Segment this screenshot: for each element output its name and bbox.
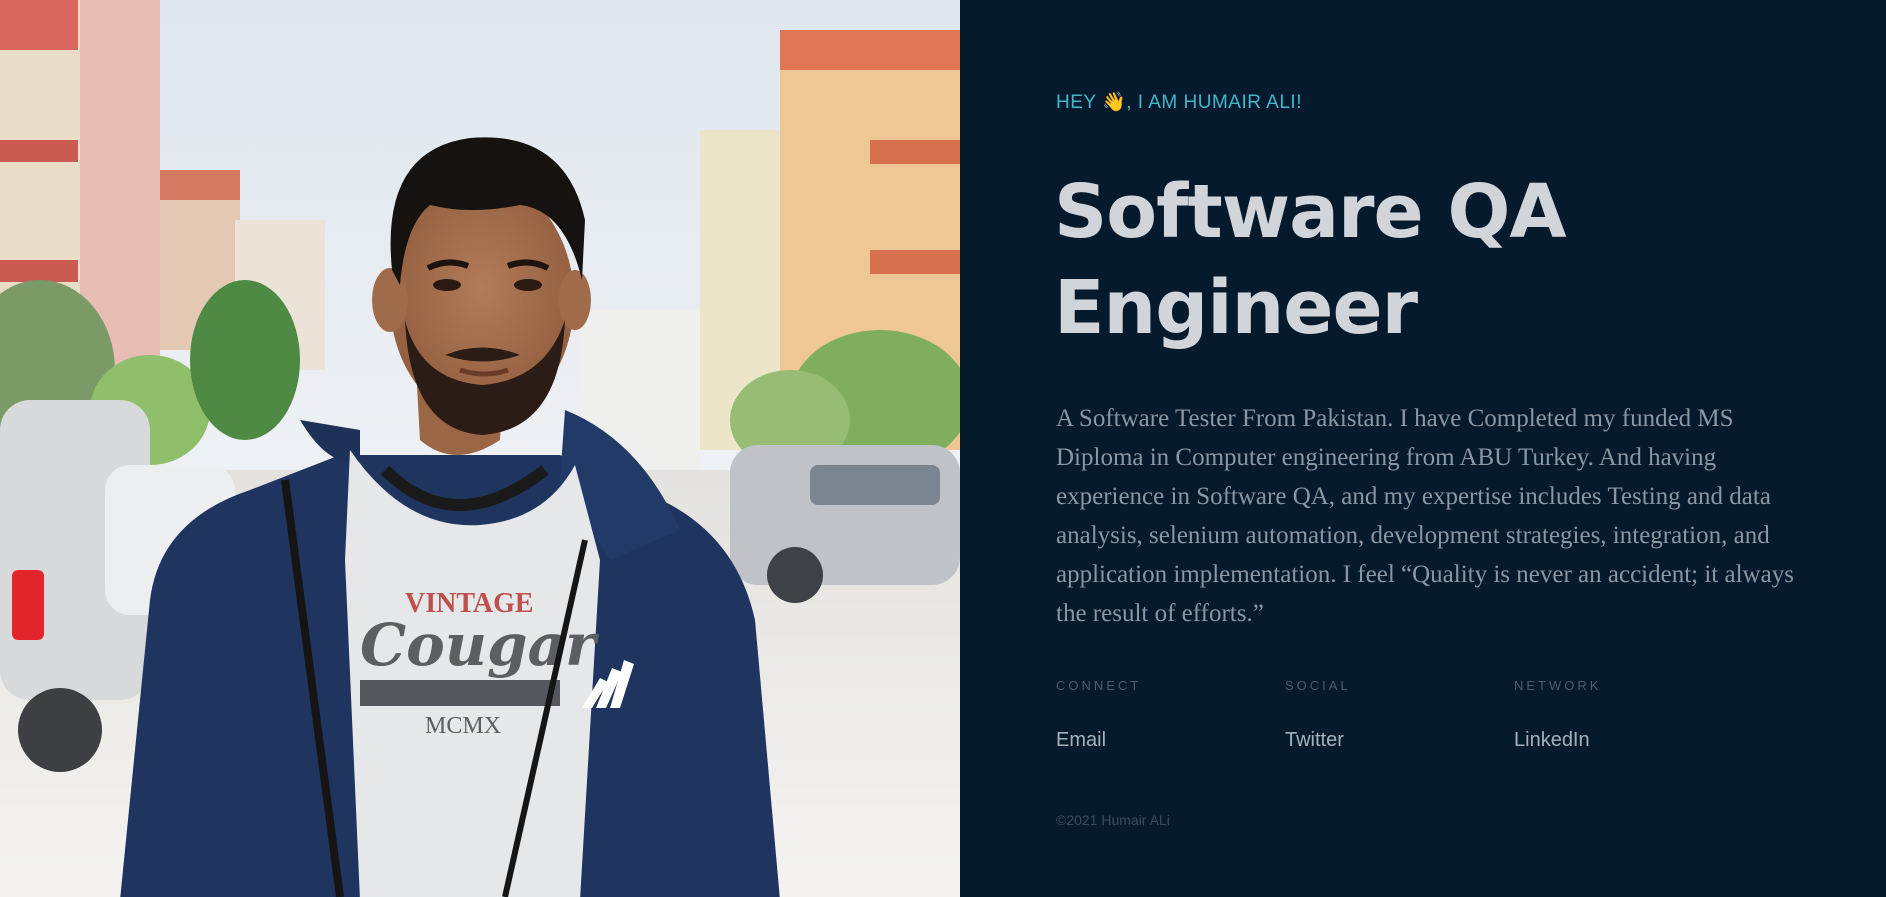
social-column: SOCIAL Twitter xyxy=(1285,678,1514,752)
portrait-photo: VINTAGE Cougar MCMX xyxy=(0,0,960,897)
shirt-print-year: MCMX xyxy=(425,713,501,739)
social-label: SOCIAL xyxy=(1285,678,1351,693)
page-title-line-2: Engineer xyxy=(1054,265,1418,351)
twitter-link[interactable]: Twitter xyxy=(1285,729,1344,751)
connect-label: CONNECT xyxy=(1056,678,1142,693)
linkedin-link[interactable]: LinkedIn xyxy=(1514,729,1590,751)
connect-column: CONNECT Email xyxy=(1056,678,1285,752)
page-title: Software QA Engineer xyxy=(1054,164,1834,356)
network-column: NETWORK LinkedIn xyxy=(1514,678,1743,752)
portrait-photo-art: VINTAGE Cougar MCMX xyxy=(0,0,960,897)
bio-paragraph: A Software Tester From Pakistan. I have … xyxy=(1056,405,1794,627)
intro-panel: HEY 👋, I AM HUMAIR ALI! Software QA Engi… xyxy=(960,0,1886,897)
page: VINTAGE Cougar MCMX HEY 👋, I AM HUMAIR A… xyxy=(0,0,1886,897)
contact-links: CONNECT Email SOCIAL Twitter NETWORK Lin… xyxy=(1056,678,1743,752)
greeting-text: HEY 👋, I AM HUMAIR ALI! xyxy=(1056,92,1302,113)
copyright-text: ©2021 Humair ALi xyxy=(1056,812,1170,828)
page-title-line-1: Software QA xyxy=(1054,169,1567,255)
network-label: NETWORK xyxy=(1514,678,1602,693)
email-link[interactable]: Email xyxy=(1056,729,1106,751)
